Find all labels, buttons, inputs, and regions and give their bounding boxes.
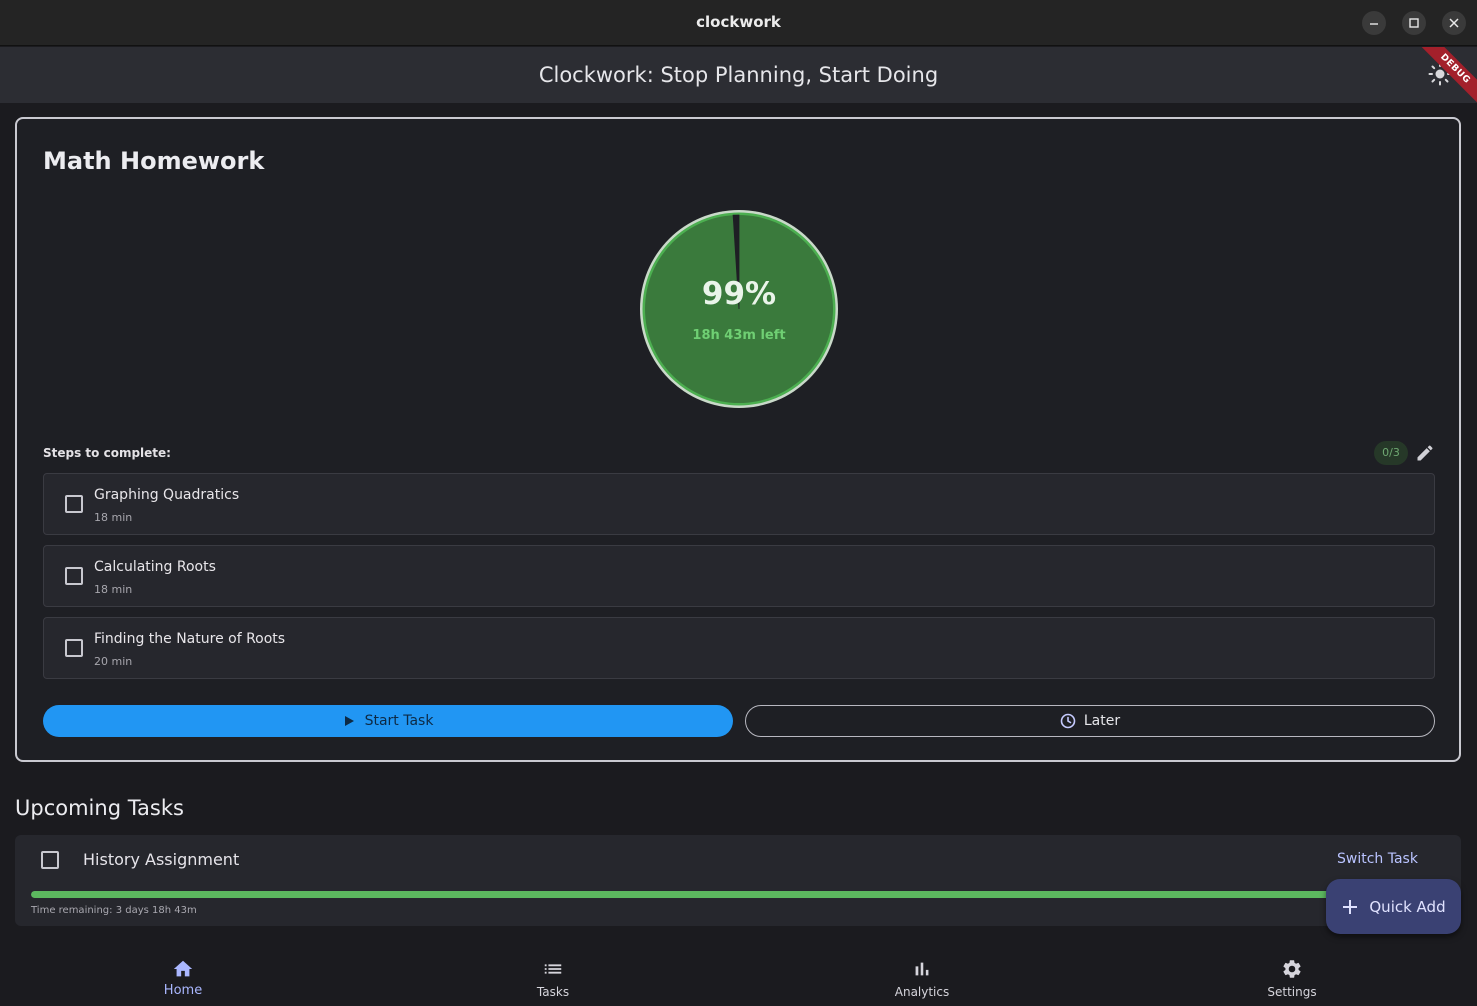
nav-label-settings: Settings (1267, 985, 1317, 999)
window-title: clockwork (696, 13, 781, 31)
upcoming-task-name: History Assignment (83, 850, 240, 869)
step-name: Graphing Quadratics (94, 487, 240, 503)
step-item[interactable]: Finding the Nature of Roots 20 min (43, 617, 1435, 679)
step-name: Finding the Nature of Roots (94, 631, 286, 647)
steps-heading: Steps to complete: (43, 446, 171, 460)
step-checkbox[interactable] (65, 495, 83, 513)
quick-add-label: Quick Add (1369, 897, 1446, 916)
start-task-label: Start Task (364, 713, 434, 729)
app-bar: Clockwork: Stop Planning, Start Doing (0, 47, 1477, 103)
close-icon (1449, 18, 1459, 28)
home-icon (173, 960, 193, 977)
maximize-button[interactable] (1402, 11, 1426, 35)
bar-chart-icon (915, 962, 929, 976)
later-button[interactable]: Later (745, 705, 1435, 737)
minimize-icon (1370, 23, 1378, 25)
upcoming-task-item[interactable]: History Assignment Switch Task Time rema… (15, 835, 1461, 926)
upcoming-task-checkbox[interactable] (41, 851, 59, 869)
theme-toggle-button[interactable] (1428, 62, 1452, 86)
plus-icon (1343, 899, 1358, 914)
sun-icon (1428, 62, 1452, 86)
progress-percent: 99% (701, 276, 777, 312)
close-button[interactable] (1442, 11, 1466, 35)
nav-item-analytics[interactable]: Analytics (862, 944, 982, 1006)
upcoming-progress-bar (31, 891, 1429, 898)
step-name: Calculating Roots (94, 559, 216, 575)
current-task-card: Math Homework 99% 18h 43m left Steps to … (15, 117, 1461, 762)
nav-label-tasks: Tasks (536, 985, 570, 999)
edit-steps-button[interactable] (1415, 443, 1435, 463)
app-title: Clockwork: Stop Planning, Start Doing (538, 63, 939, 87)
list-icon (544, 964, 562, 974)
play-icon (344, 716, 354, 726)
task-title: Math Homework (43, 147, 265, 175)
upcoming-progress-fill (31, 891, 1360, 898)
later-label: Later (1083, 713, 1121, 729)
step-item[interactable]: Calculating Roots 18 min (43, 545, 1435, 607)
progress-ring: 99% 18h 43m left (638, 208, 840, 410)
step-duration: 18 min (94, 511, 133, 524)
nav-item-settings[interactable]: Settings (1232, 944, 1352, 1006)
time-left-label: 18h 43m left (692, 328, 786, 343)
step-duration: 18 min (94, 583, 133, 596)
maximize-icon (1409, 18, 1419, 28)
step-item[interactable]: Graphing Quadratics 18 min (43, 473, 1435, 535)
nav-item-tasks[interactable]: Tasks (493, 944, 613, 1006)
steps-count-badge: 0/3 (1374, 441, 1408, 465)
minimize-button[interactable] (1362, 11, 1386, 35)
bottom-navigation: Home Tasks Analytics Settings (0, 944, 1477, 1006)
gear-icon (1283, 960, 1301, 978)
switch-task-button[interactable]: Switch Task (1337, 851, 1418, 867)
clock-icon (1060, 713, 1076, 729)
start-task-button[interactable]: Start Task (43, 705, 733, 737)
nav-label-analytics: Analytics (894, 985, 950, 999)
quick-add-button[interactable]: Quick Add (1326, 879, 1461, 934)
nav-item-home[interactable]: Home (123, 944, 243, 1006)
nav-label-home: Home (163, 983, 203, 998)
window-titlebar: clockwork (0, 0, 1477, 46)
upcoming-time-remaining: Time remaining: 3 days 18h 43m (31, 905, 197, 916)
upcoming-heading: Upcoming Tasks (15, 796, 184, 820)
step-duration: 20 min (94, 655, 133, 668)
step-checkbox[interactable] (65, 639, 83, 657)
pencil-icon (1417, 445, 1433, 461)
step-checkbox[interactable] (65, 567, 83, 585)
